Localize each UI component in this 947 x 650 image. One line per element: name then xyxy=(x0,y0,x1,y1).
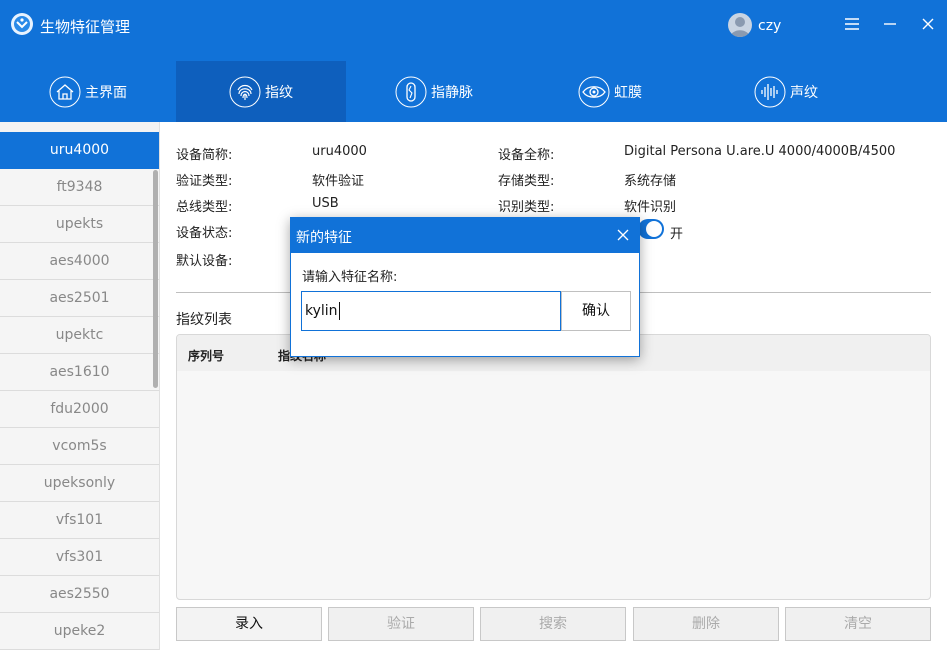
device-item[interactable]: ft9348 xyxy=(0,169,159,206)
app-title: 生物特征管理 xyxy=(40,18,131,36)
eye-icon xyxy=(578,76,610,107)
device-list: uru4000 ft9348 upekts aes4000 aes2501 up… xyxy=(0,122,160,650)
toggle-knob xyxy=(646,221,662,237)
title-bar: 生物特征管理 czy xyxy=(0,0,947,52)
input-text: kylin xyxy=(305,303,338,319)
clear-button[interactable]: 清空 xyxy=(785,607,931,641)
bus-type-value: USB xyxy=(312,196,339,211)
sidebar-scrollbar[interactable] xyxy=(153,170,158,388)
short-name-label: 设备简称: xyxy=(176,148,233,163)
dialog-header: 新的特征 xyxy=(291,218,639,253)
main-panel: 设备简称: uru4000 设备全称: Digital Persona U.ar… xyxy=(160,122,947,650)
tab-label: 指静脉 xyxy=(431,84,473,101)
menu-icon[interactable] xyxy=(842,14,862,34)
device-item[interactable]: upeksonly xyxy=(0,465,159,502)
device-item[interactable]: vcom5s xyxy=(0,428,159,465)
device-item[interactable]: fdu2000 xyxy=(0,391,159,428)
toggle-state-label: 开 xyxy=(670,227,684,242)
text-caret xyxy=(338,302,340,320)
nav-bar: 主界面 指纹 指静脉 虹膜 声纹 xyxy=(0,52,947,122)
column-header-serial[interactable]: 序列号 xyxy=(188,347,224,364)
finger-vein-icon xyxy=(395,76,427,107)
verify-type-value: 软件验证 xyxy=(312,174,365,189)
tab-voiceprint[interactable]: 声纹 xyxy=(698,61,874,122)
fingerprint-icon xyxy=(229,76,261,107)
close-icon[interactable] xyxy=(615,227,631,243)
device-item[interactable]: aes2550 xyxy=(0,576,159,613)
feature-name-input[interactable]: kylin xyxy=(301,291,561,331)
tab-label: 指纹 xyxy=(265,84,293,101)
fingerprint-table[interactable]: 序列号 指纹名称 xyxy=(176,334,931,600)
tab-label: 声纹 xyxy=(790,84,818,101)
app-logo-icon xyxy=(11,13,33,35)
storage-type-label: 存储类型: xyxy=(498,174,555,189)
dialog-title: 新的特征 xyxy=(296,230,352,246)
tab-label: 虹膜 xyxy=(614,84,642,101)
home-icon xyxy=(49,76,81,107)
device-item[interactable]: upeke2 xyxy=(0,613,159,650)
tab-finger-vein[interactable]: 指静脉 xyxy=(346,61,522,122)
device-item[interactable]: aes1610 xyxy=(0,354,159,391)
storage-type-value: 系统存储 xyxy=(624,174,677,189)
device-item[interactable]: upektc xyxy=(0,317,159,354)
short-name-value: uru4000 xyxy=(312,144,367,159)
device-status-toggle[interactable] xyxy=(638,219,664,239)
avatar[interactable] xyxy=(728,13,752,37)
tab-fingerprint[interactable]: 指纹 xyxy=(176,61,346,122)
enroll-button[interactable]: 录入 xyxy=(176,607,322,641)
user-icon xyxy=(730,17,750,37)
device-item[interactable]: vfs101 xyxy=(0,502,159,539)
device-status-label: 设备状态: xyxy=(176,226,233,241)
device-item[interactable]: aes2501 xyxy=(0,280,159,317)
search-button[interactable]: 搜索 xyxy=(480,607,626,641)
identify-type-value: 软件识别 xyxy=(624,200,677,215)
username: czy xyxy=(758,18,782,34)
identify-type-label: 识别类型: xyxy=(498,200,555,215)
device-item[interactable]: aes4000 xyxy=(0,243,159,280)
tab-home[interactable]: 主界面 xyxy=(0,61,176,122)
dialog-prompt: 请输入特征名称: xyxy=(302,270,398,285)
device-item[interactable]: upekts xyxy=(0,206,159,243)
tab-iris[interactable]: 虹膜 xyxy=(522,61,698,122)
default-device-label: 默认设备: xyxy=(176,254,233,269)
full-name-value: Digital Persona U.are.U 4000/4000B/4500 xyxy=(624,144,896,159)
verify-button[interactable]: 验证 xyxy=(328,607,474,641)
new-feature-dialog: 新的特征 请输入特征名称: kylin 确认 xyxy=(290,217,640,357)
tab-label: 主界面 xyxy=(85,84,127,101)
voice-icon xyxy=(754,76,786,107)
verify-type-label: 验证类型: xyxy=(176,174,233,189)
device-item[interactable]: vfs301 xyxy=(0,539,159,576)
device-item[interactable]: uru4000 xyxy=(0,132,159,169)
close-icon[interactable] xyxy=(918,14,938,34)
bus-type-label: 总线类型: xyxy=(176,200,233,215)
full-name-label: 设备全称: xyxy=(498,148,555,163)
confirm-button[interactable]: 确认 xyxy=(561,291,631,331)
fingerprint-list-title: 指纹列表 xyxy=(176,312,232,328)
delete-button[interactable]: 删除 xyxy=(633,607,779,641)
minimize-icon[interactable] xyxy=(880,14,900,34)
